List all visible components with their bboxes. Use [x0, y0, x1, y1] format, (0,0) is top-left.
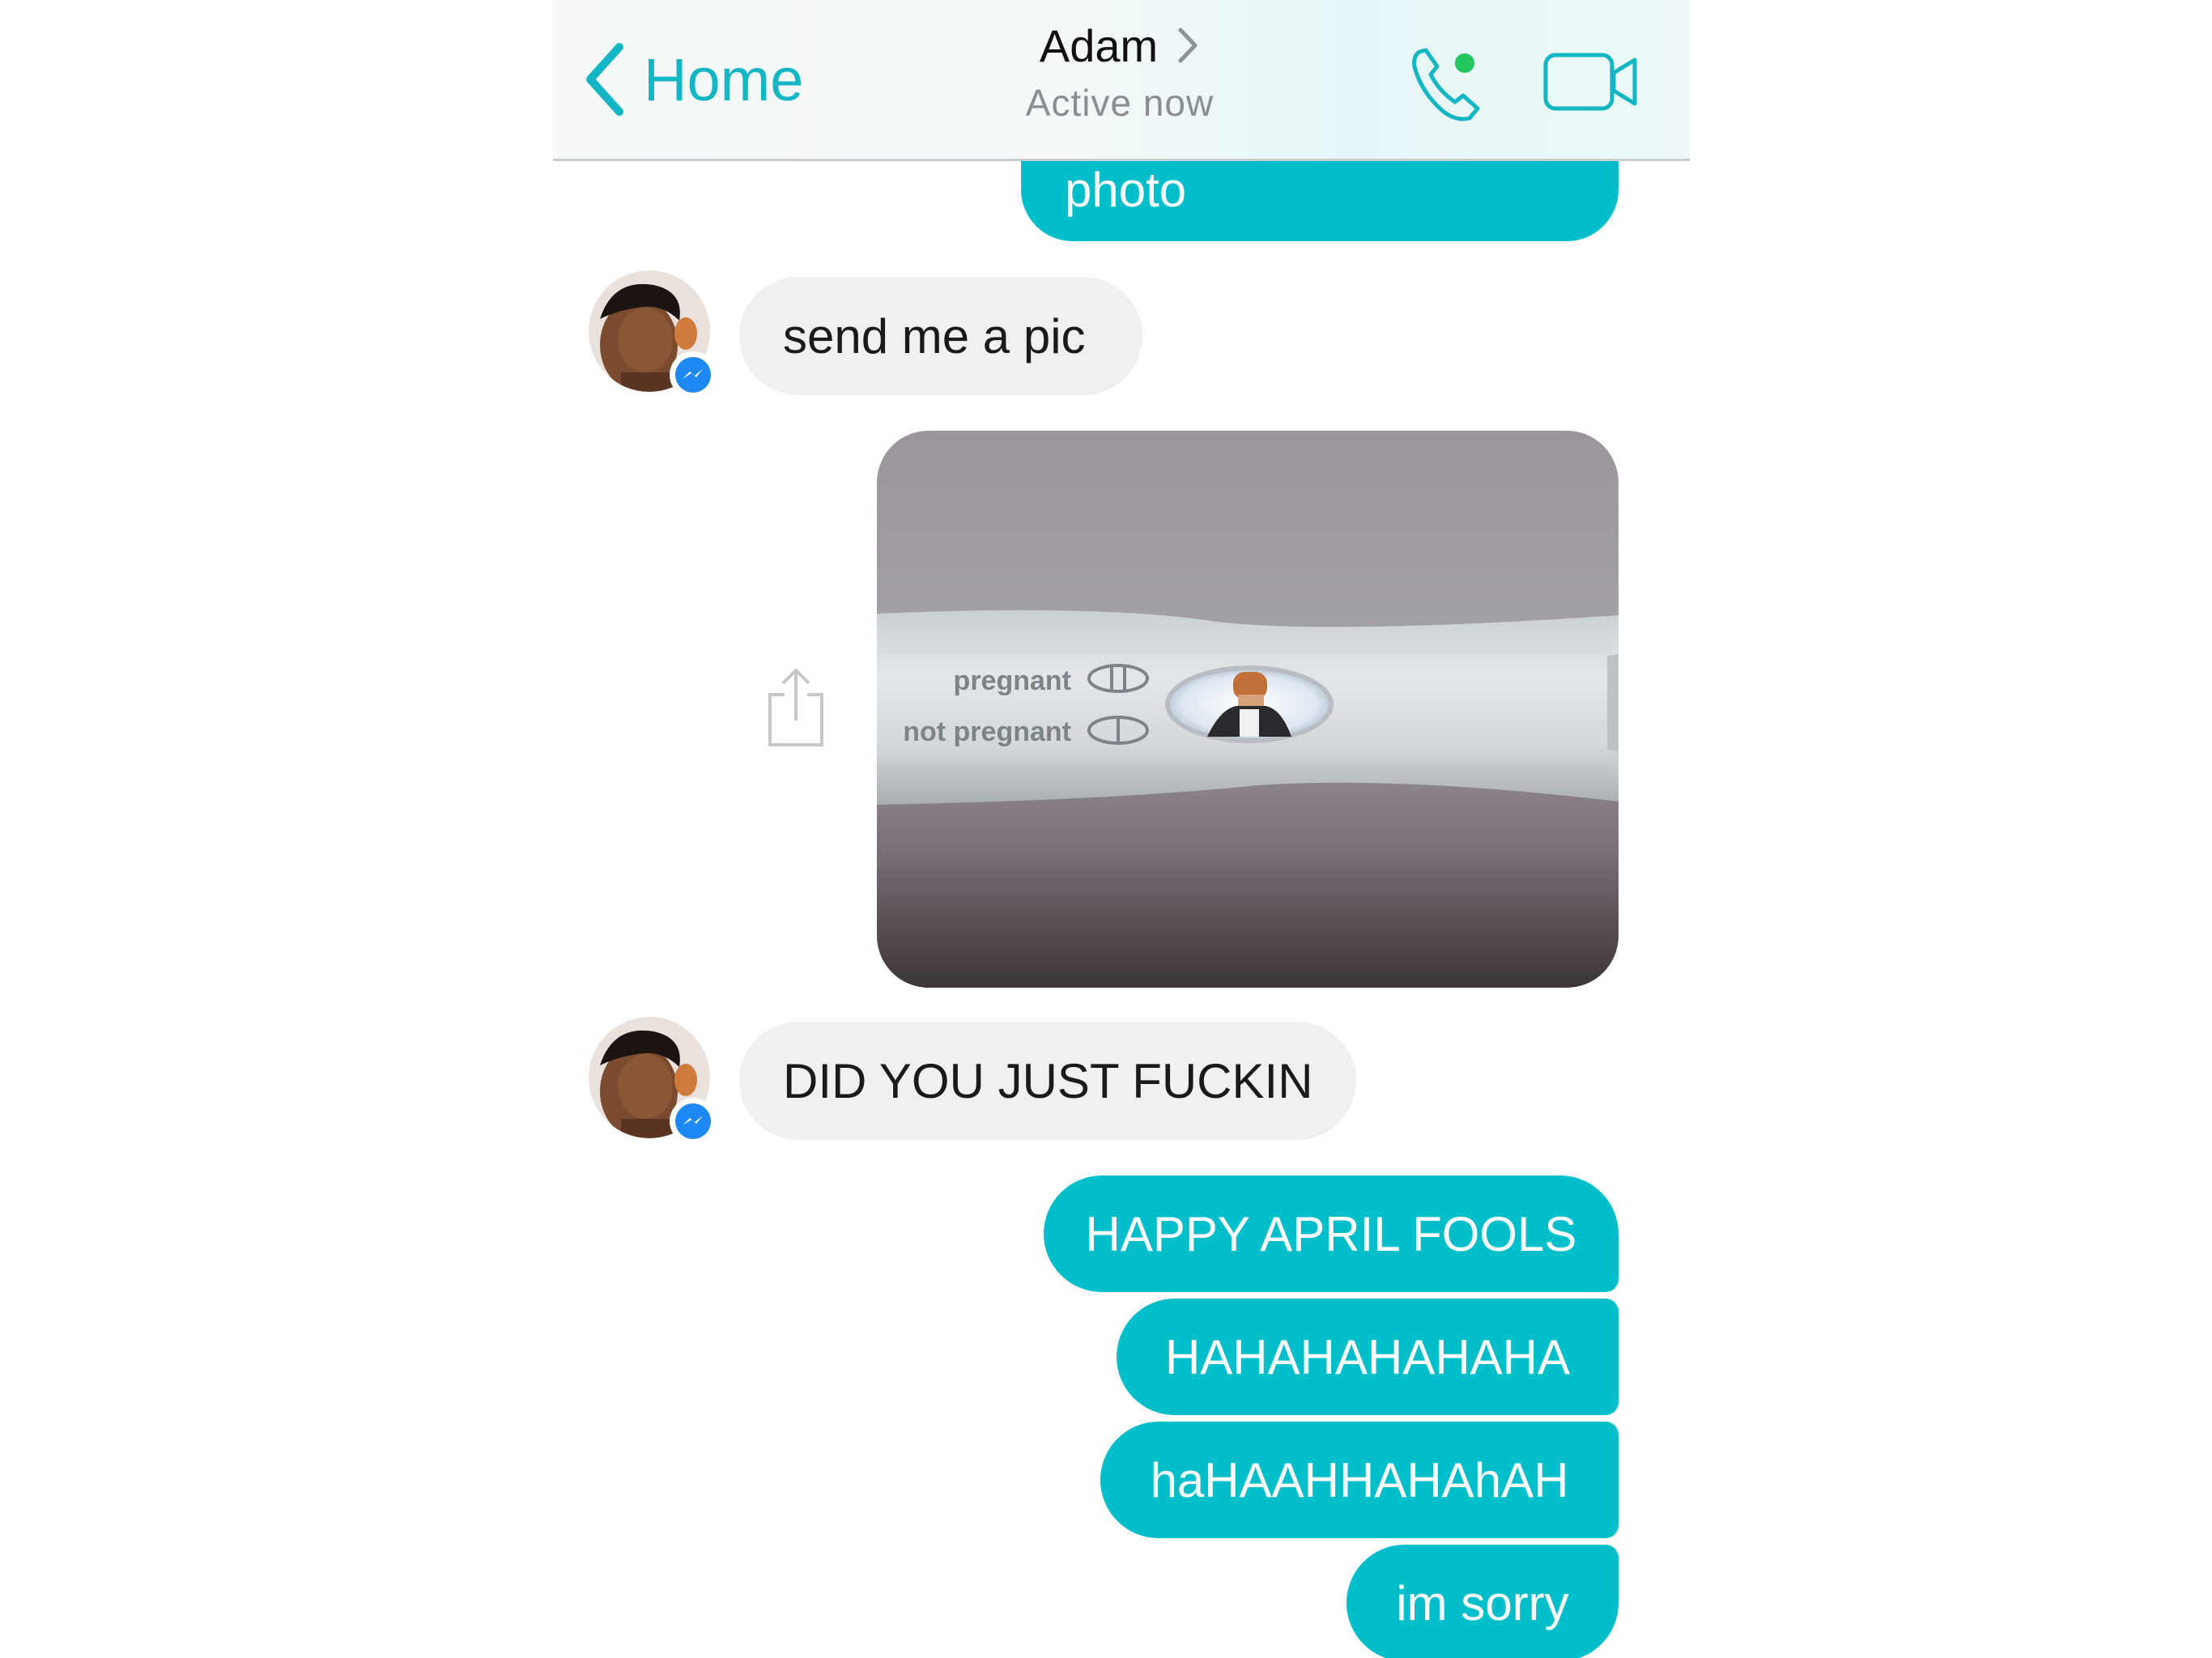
- message-text: haHAAHHAHAhAH: [1150, 1452, 1569, 1507]
- messenger-badge: [670, 1098, 717, 1145]
- incoming-message[interactable]: DID YOU JUST FUCKIN: [739, 1022, 1356, 1140]
- conversation-title[interactable]: Adam Active now: [958, 15, 1282, 125]
- outgoing-message[interactable]: HAPPY APRIL FOOLS: [1044, 1175, 1619, 1292]
- test-label-not-pregnant: not pregnant: [903, 716, 1071, 747]
- share-icon: [768, 668, 823, 746]
- outgoing-message[interactable]: HAHAHAHAHAHA: [1117, 1299, 1619, 1415]
- incoming-message[interactable]: send me a pic: [739, 277, 1142, 395]
- video-camera-icon: [1543, 53, 1637, 111]
- chevron-left-icon: [586, 43, 623, 116]
- message-text: HAHAHAHAHAHA: [1164, 1329, 1571, 1384]
- outgoing-message[interactable]: haHAAHHAHAhAH: [1100, 1422, 1619, 1538]
- message-text: photo: [1065, 163, 1187, 217]
- messenger-conversation-screen: photo send me a pic pregnant not pregnan…: [553, 0, 1690, 1658]
- presence-status: Active now: [1025, 82, 1214, 124]
- outgoing-message[interactable]: im sorry: [1346, 1545, 1619, 1658]
- contact-avatar[interactable]: [589, 270, 717, 398]
- conversation-header: Home Adam Active now: [553, 0, 1690, 161]
- messenger-badge: [670, 351, 717, 398]
- back-button[interactable]: Home: [581, 39, 803, 120]
- chevron-right-icon: [1178, 28, 1197, 63]
- share-button[interactable]: [765, 667, 827, 748]
- messenger-icon: [675, 1103, 711, 1139]
- contact-avatar[interactable]: [589, 1017, 717, 1145]
- message-text: DID YOU JUST FUCKIN: [783, 1053, 1313, 1108]
- test-label-pregnant: pregnant: [954, 665, 1071, 696]
- messenger-icon: [675, 357, 711, 393]
- phone-icon: [1412, 48, 1480, 121]
- screenshot-canvas: photo send me a pic pregnant not pregnan…: [0, 0, 2212, 1658]
- video-call-button[interactable]: [1542, 49, 1640, 115]
- contact-name: Adam: [1039, 19, 1159, 71]
- message-text: send me a pic: [783, 308, 1086, 363]
- shared-photo[interactable]: pregnant not pregnant: [877, 431, 1619, 988]
- voice-call-button[interactable]: [1406, 39, 1495, 128]
- presence-dot: [1455, 53, 1474, 73]
- message-text: im sorry: [1396, 1575, 1569, 1630]
- back-label: Home: [644, 45, 804, 113]
- message-text: HAPPY APRIL FOOLS: [1085, 1206, 1577, 1261]
